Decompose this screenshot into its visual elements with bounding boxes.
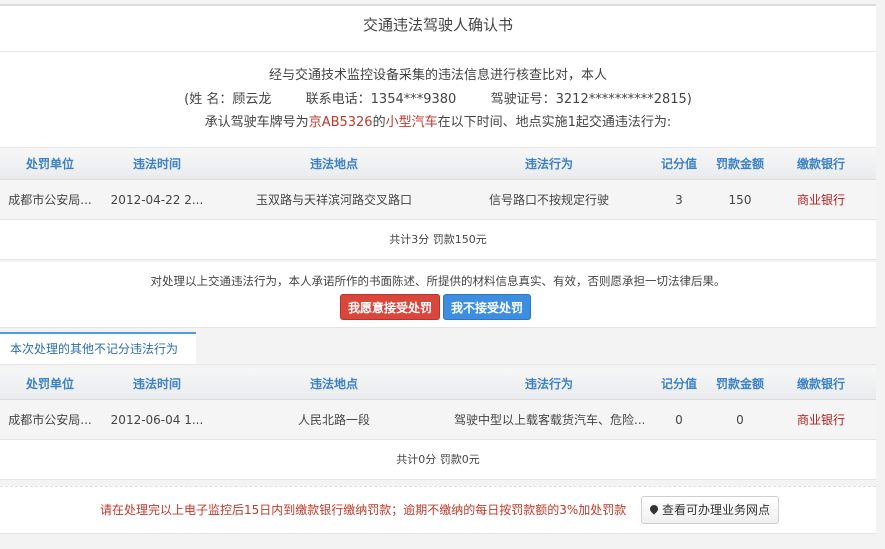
cell-time: 2012-06-04 1... [110,413,204,427]
table-row[interactable]: 成都市公安局... 2012-04-22 2... 玉双路与天祥滨河路交叉路口 … [0,180,876,220]
plate-prefix: 承认驾驶车牌号为 [204,115,309,130]
cell-points: 3 [675,193,683,207]
cell-place: 玉双路与天祥滨河路交叉路口 [255,193,412,207]
intro-line-2: (姓 名：顾云龙 联系电话：1354***9380 驾驶证号：3212*****… [0,88,876,107]
cell-unit: 成都市公安局... [8,413,92,427]
plate-suffix: 起交通违法行为: [575,115,672,130]
col-bank: 缴款银行 [796,377,845,391]
cell-bank: 商业银行 [796,193,845,207]
table-header: 处罚单位 违法时间 违法地点 违法行为 记分值 罚款金额 缴款银行 [0,148,876,180]
view-service-points-button[interactable]: 查看可办理业务网点 [641,496,779,524]
page-title: 交通违法驾驶人确认书 [0,4,876,52]
table-row[interactable]: 成都市公安局... 2012-06-04 1... 人民北路一段 驾驶中型以上载… [0,400,876,440]
col-fine: 罚款金额 [715,377,764,391]
pledge-section: 对处理以上交通违法行为，本人承诺所作的书面陈述、所提供的材料信息真实、有效，否则… [0,262,876,328]
intro-statement: 经与交通技术监控设备采集的违法信息进行核查比对，本人 (姓 名：顾云龙 联系电话… [0,52,876,148]
cell-bank: 商业银行 [796,413,845,427]
col-place: 违法地点 [309,157,358,171]
license-label: 驾驶证号： [490,92,556,107]
footer-bar: 请在处理完以上电子监控后15日内到缴款银行缴纳罚款；逾期不缴纳的每日按罚款额的3… [0,486,876,534]
map-pin-icon [648,503,660,515]
col-points: 记分值 [660,157,697,171]
accept-penalty-button[interactable]: 我愿意接受处罚 [340,294,440,320]
cell-points: 0 [675,413,683,427]
vehicle-type: 小型汽车 [385,115,438,130]
plate-de: 的 [372,115,386,130]
driver-license: 3212**********2815) [555,92,692,107]
cell-time: 2012-04-22 2... [110,193,204,207]
cell-fine: 150 [728,193,752,207]
col-points: 记分值 [660,377,697,391]
intro-line-1: 经与交通技术监控设备采集的违法信息进行核查比对，本人 [268,68,607,83]
pledge-text: 对处理以上交通违法行为，本人承诺所作的书面陈述、所提供的材料信息真实、有效，否则… [150,274,726,288]
col-time: 违法时间 [132,157,181,171]
phone-label: 联系电话： [305,92,371,107]
violation-count: 1 [567,115,576,130]
driver-phone: 1354***9380 [370,92,457,107]
cell-place: 人民北路一段 [297,413,370,427]
cell-act: 驾驶中型以上载客载货汽车、危险... [454,413,644,427]
col-unit: 处罚单位 [25,377,74,391]
col-fine: 罚款金额 [715,157,764,171]
section-tab-other-violations[interactable]: 本次处理的其他不记分违法行为 [0,332,196,364]
driver-name: 顾云龙 [232,92,272,107]
col-act: 违法行为 [524,157,573,171]
cell-fine: 0 [736,413,744,427]
other-violations-table: 处罚单位 违法时间 违法地点 违法行为 记分值 罚款金额 缴款银行 成都市公安局… [0,368,876,480]
reject-penalty-button[interactable]: 我不接受处罚 [443,294,531,320]
plate-number: 京AB5326 [308,115,373,130]
intro-line-3: 承认驾驶车牌号为京AB5326的小型汽车在以下时间、地点实施1起交通违法行为: [0,111,876,130]
view-service-points-label: 查看可办理业务网点 [661,503,770,517]
table-total: 共计3分 罚款150元 [0,220,876,260]
col-bank: 缴款银行 [796,157,845,171]
col-act: 违法行为 [524,377,573,391]
cell-act: 信号路口不按规定行驶 [488,193,609,207]
col-time: 违法时间 [132,377,181,391]
table-header: 处罚单位 违法时间 违法地点 违法行为 记分值 罚款金额 缴款银行 [0,368,876,400]
table-total: 共计0分 罚款0元 [0,440,876,480]
plate-mid: 在以下时间、地点实施 [437,115,568,130]
name-label: (姓 名： [184,92,233,107]
col-unit: 处罚单位 [25,157,74,171]
cell-unit: 成都市公安局... [8,193,92,207]
payment-notice: 请在处理完以上电子监控后15日内到缴款银行缴纳罚款；逾期不缴纳的每日按罚款额的3… [100,503,627,517]
col-place: 违法地点 [309,377,358,391]
violations-table: 处罚单位 违法时间 违法地点 违法行为 记分值 罚款金额 缴款银行 成都市公安局… [0,148,876,260]
section-divider [0,364,876,365]
